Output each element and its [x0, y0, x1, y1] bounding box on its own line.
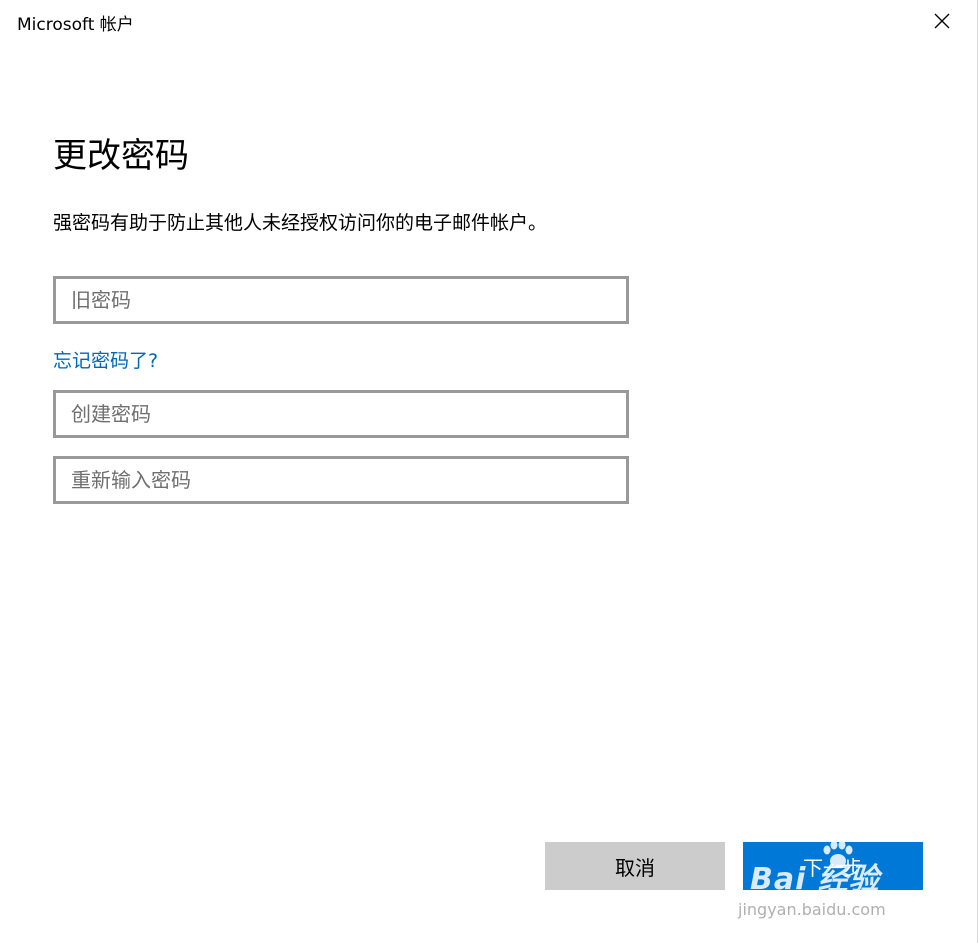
old-password-input[interactable]: [53, 276, 629, 324]
confirm-password-input[interactable]: [53, 456, 629, 504]
window-title: Microsoft 帐户: [17, 15, 134, 35]
next-button[interactable]: 下一步: [743, 842, 923, 890]
page-title: 更改密码: [53, 136, 189, 176]
new-password-input[interactable]: [53, 390, 629, 438]
forgot-password-link[interactable]: 忘记密码了?: [53, 346, 158, 373]
close-button[interactable]: [925, 6, 959, 36]
close-icon: [934, 13, 950, 29]
watermark-site: jingyan.baidu.com: [738, 900, 886, 919]
cancel-button[interactable]: 取消: [545, 842, 725, 890]
title-bar: Microsoft 帐户: [0, 0, 977, 40]
page-description: 强密码有助于防止其他人未经授权访问你的电子邮件帐户。: [53, 212, 548, 234]
dialog-window: Microsoft 帐户 更改密码 强密码有助于防止其他人未经授权访问你的电子邮…: [0, 0, 978, 943]
